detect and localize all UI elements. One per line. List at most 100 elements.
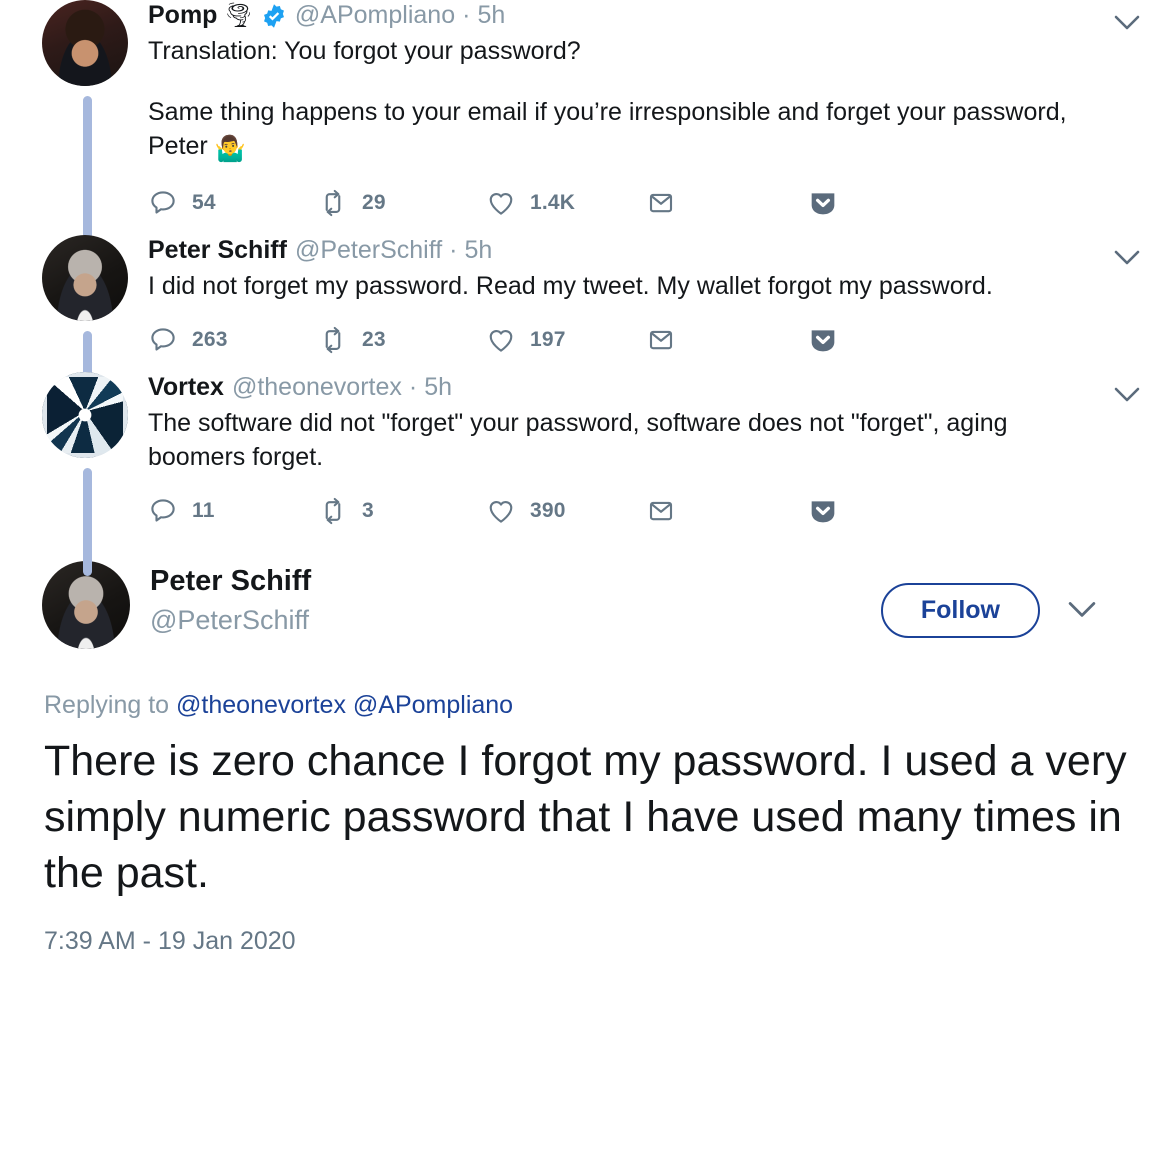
tweet-action-bar: 11 3 390 [148, 479, 1150, 543]
author-display-name[interactable]: Peter Schiff [148, 235, 287, 266]
reply-button[interactable]: 263 [148, 325, 318, 355]
author-display-name[interactable]: Vortex [148, 372, 224, 403]
tornado-emoji: 🌪 [223, 1, 254, 29]
avatar-image [42, 234, 128, 321]
separator-dot: · [408, 372, 418, 401]
tweet-action-bar: 54 29 1.4K [148, 171, 1150, 235]
avatar-gutter [42, 371, 138, 576]
tweet-thread: Pomp 🌪 @APompliano · 5h Translation: You… [0, 0, 1166, 956]
chevron-down-icon [1068, 602, 1096, 618]
author-handle[interactable]: @APompliano [295, 0, 455, 31]
tweet-age[interactable]: 5h [477, 0, 505, 31]
chevron-down-icon [1114, 250, 1140, 265]
retweet-count: 29 [362, 190, 386, 214]
tweet-body: Vortex @theonevortex · 5h The software d… [138, 372, 1150, 543]
reply-button[interactable]: 54 [148, 188, 318, 218]
tweet-age[interactable]: 5h [424, 372, 452, 403]
direct-message-envelope-icon [649, 501, 673, 520]
pomp-avatar[interactable] [42, 0, 128, 86]
avatar-image [42, 371, 128, 458]
like-button[interactable]: 1.4K [486, 188, 646, 218]
direct-message-button[interactable] [646, 325, 806, 355]
author-display-name[interactable]: Peter Schiff [150, 563, 311, 601]
retweet-button[interactable]: 3 [318, 496, 486, 526]
thread-connector-line [83, 467, 92, 576]
tweet-author-line: Vortex @theonevortex · 5h [148, 372, 1150, 403]
replying-to-prefix: Replying to [44, 690, 177, 719]
tweet-text: I did not forget my password. Read my tw… [148, 272, 993, 300]
tweet-author-line: Pomp 🌪 @APompliano · 5h [148, 0, 1150, 31]
replying-to-handle-2[interactable]: @APompliano [353, 691, 513, 719]
author-handle[interactable]: @PeterSchiff [295, 235, 442, 266]
retweet-button[interactable]: 29 [318, 188, 486, 218]
pocket-save-button[interactable] [806, 494, 866, 528]
reply-icon [151, 327, 175, 351]
reply-icon [151, 191, 175, 214]
tweet-text: Translation: You forgot your password? [148, 37, 581, 66]
like-button[interactable]: 390 [486, 496, 646, 526]
reply-icon [151, 499, 175, 522]
pocket-save-badge-icon [811, 501, 835, 523]
replying-to-handle-1[interactable]: @theonevortex [176, 691, 346, 719]
author-identity: Peter Schiff @PeterSchiff [130, 561, 311, 639]
pocket-save-badge-icon [811, 193, 835, 215]
like-heart-icon [489, 329, 513, 352]
tweet-menu-caret[interactable] [1110, 378, 1144, 412]
tweet-body: Peter Schiff @PeterSchiff · 5h I did not… [138, 235, 1150, 372]
avatar-gutter [42, 0, 138, 292]
like-button[interactable]: 197 [486, 325, 646, 355]
like-heart-icon [489, 192, 513, 215]
follow-button[interactable]: Follow [880, 582, 1040, 638]
reply-count: 263 [192, 327, 228, 351]
tweet-action-bar: 263 23 197 [148, 308, 1150, 372]
retweet-count: 3 [362, 498, 374, 522]
retweet-icon [325, 326, 341, 353]
tweet-timestamp[interactable]: 7:39 AM - 19 Jan 2020 [42, 927, 1150, 956]
verified-badge-icon [261, 3, 287, 29]
author-handle[interactable]: @PeterSchiff [150, 602, 311, 638]
tweet-body: Pomp 🌪 @APompliano · 5h Translation: You… [138, 0, 1150, 235]
tweet-age[interactable]: 5h [464, 235, 492, 266]
tweet-author-line: Peter Schiff @PeterSchiff · 5h [148, 235, 1150, 266]
direct-message-envelope-icon [649, 330, 673, 349]
tweet-menu-caret[interactable] [1110, 6, 1144, 40]
reply-count: 54 [192, 190, 216, 214]
chevron-down-icon [1114, 15, 1140, 30]
avatar-gutter [42, 234, 138, 415]
direct-message-button[interactable] [646, 496, 806, 526]
tweet-menu-caret[interactable] [1068, 601, 1096, 619]
thread-tweet[interactable]: Pomp 🌪 @APompliano · 5h Translation: You… [0, 0, 1166, 292]
pocket-save-button[interactable] [806, 186, 866, 220]
thread-tweet[interactable]: Vortex @theonevortex · 5h The software d… [0, 371, 1166, 576]
tweet-text-secondary: Same thing happens to your email if you’… [148, 95, 1150, 167]
separator-dot: · [449, 235, 458, 264]
like-count: 197 [530, 327, 566, 351]
peter-schiff-avatar[interactable] [42, 234, 128, 321]
chevron-down-icon [1114, 387, 1140, 401]
replying-to-line: Replying to @theonevortex @APompliano [42, 691, 1150, 720]
focused-tweet: Peter Schiff @PeterSchiff Follow Replyin… [0, 543, 1166, 957]
pocket-save-badge-icon [811, 329, 835, 351]
retweet-count: 23 [362, 327, 386, 351]
reply-button[interactable]: 11 [148, 496, 318, 526]
vortex-avatar[interactable] [42, 371, 128, 458]
direct-message-button[interactable] [646, 188, 806, 218]
follow-controls: Follow [880, 582, 1096, 638]
focused-tweet-header: Peter Schiff @PeterSchiff Follow [42, 560, 1150, 649]
retweet-icon [325, 189, 341, 216]
reply-count: 11 [192, 498, 215, 522]
like-count: 1.4K [530, 190, 576, 214]
tweet-text-body: Same thing happens to your email if you’… [148, 97, 1067, 161]
avatar-image [42, 0, 128, 86]
shrug-emoji: 🤷‍♂️ [214, 135, 246, 164]
separator-dot: · [462, 1, 471, 29]
thread-tweet[interactable]: Peter Schiff @PeterSchiff · 5h I did not… [0, 234, 1166, 415]
retweet-button[interactable]: 23 [318, 325, 486, 355]
pocket-save-button[interactable] [806, 323, 866, 357]
author-handle[interactable]: @theonevortex [232, 372, 402, 403]
retweet-icon [325, 497, 341, 524]
focused-tweet-text: There is zero chance I forgot my passwor… [44, 736, 1127, 897]
author-display-name[interactable]: Pomp [148, 0, 217, 31]
tweet-menu-caret[interactable] [1110, 241, 1144, 275]
like-count: 390 [530, 498, 566, 522]
